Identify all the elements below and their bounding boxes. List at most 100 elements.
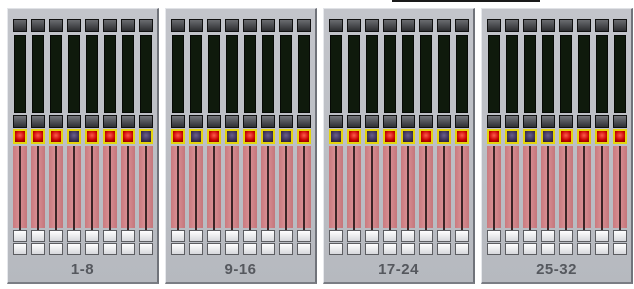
fader-cap-bottom-12[interactable]	[225, 243, 239, 255]
solo-button-28[interactable]	[541, 115, 555, 128]
mute-button-15[interactable]	[279, 129, 293, 144]
fader-cap-top-8[interactable]	[139, 230, 153, 242]
select-button-23[interactable]	[437, 19, 451, 32]
select-button-21[interactable]	[401, 19, 415, 32]
solo-button-31[interactable]	[595, 115, 609, 128]
mute-button-4[interactable]	[67, 129, 81, 144]
fader-cap-top-5[interactable]	[85, 230, 99, 242]
mute-button-23[interactable]	[437, 129, 451, 144]
solo-button-25[interactable]	[487, 115, 501, 128]
select-button-4[interactable]	[67, 19, 81, 32]
select-button-3[interactable]	[49, 19, 63, 32]
solo-button-4[interactable]	[67, 115, 81, 128]
select-button-30[interactable]	[577, 19, 591, 32]
select-button-25[interactable]	[487, 19, 501, 32]
solo-button-16[interactable]	[297, 115, 311, 128]
mute-button-31[interactable]	[595, 129, 609, 144]
fader-cap-top-7[interactable]	[121, 230, 135, 242]
fader-cap-bottom-15[interactable]	[279, 243, 293, 255]
mute-button-14[interactable]	[261, 129, 275, 144]
select-button-17[interactable]	[329, 19, 343, 32]
solo-button-30[interactable]	[577, 115, 591, 128]
fader-cap-bottom-31[interactable]	[595, 243, 609, 255]
fader-cap-bottom-25[interactable]	[487, 243, 501, 255]
channel-bank-3[interactable]: 17-24	[323, 8, 475, 284]
fader-cap-bottom-20[interactable]	[383, 243, 397, 255]
select-button-6[interactable]	[103, 19, 117, 32]
mute-button-25[interactable]	[487, 129, 501, 144]
fader-cap-top-10[interactable]	[189, 230, 203, 242]
mute-button-5[interactable]	[85, 129, 99, 144]
solo-button-19[interactable]	[365, 115, 379, 128]
fader-cap-bottom-28[interactable]	[541, 243, 555, 255]
fader-cap-top-32[interactable]	[613, 230, 627, 242]
solo-button-1[interactable]	[13, 115, 27, 128]
select-button-8[interactable]	[139, 19, 153, 32]
solo-button-11[interactable]	[207, 115, 221, 128]
select-button-18[interactable]	[347, 19, 361, 32]
fader-cap-top-26[interactable]	[505, 230, 519, 242]
solo-button-7[interactable]	[121, 115, 135, 128]
mute-button-9[interactable]	[171, 129, 185, 144]
fader-cap-top-24[interactable]	[455, 230, 469, 242]
mute-button-3[interactable]	[49, 129, 63, 144]
fader-cap-bottom-26[interactable]	[505, 243, 519, 255]
mute-button-32[interactable]	[613, 129, 627, 144]
mute-button-21[interactable]	[401, 129, 415, 144]
fader-cap-top-3[interactable]	[49, 230, 63, 242]
fader-cap-bottom-10[interactable]	[189, 243, 203, 255]
solo-button-27[interactable]	[523, 115, 537, 128]
fader-cap-top-1[interactable]	[13, 230, 27, 242]
mute-button-16[interactable]	[297, 129, 311, 144]
select-button-16[interactable]	[297, 19, 311, 32]
select-button-29[interactable]	[559, 19, 573, 32]
solo-button-3[interactable]	[49, 115, 63, 128]
mute-button-11[interactable]	[207, 129, 221, 144]
select-button-7[interactable]	[121, 19, 135, 32]
fader-cap-top-12[interactable]	[225, 230, 239, 242]
fader-cap-bottom-11[interactable]	[207, 243, 221, 255]
fader-cap-top-20[interactable]	[383, 230, 397, 242]
fader-cap-top-23[interactable]	[437, 230, 451, 242]
mute-button-18[interactable]	[347, 129, 361, 144]
fader-cap-top-2[interactable]	[31, 230, 45, 242]
mute-button-19[interactable]	[365, 129, 379, 144]
fader-cap-top-4[interactable]	[67, 230, 81, 242]
fader-cap-bottom-9[interactable]	[171, 243, 185, 255]
mute-button-17[interactable]	[329, 129, 343, 144]
mute-button-20[interactable]	[383, 129, 397, 144]
solo-button-29[interactable]	[559, 115, 573, 128]
fader-cap-bottom-6[interactable]	[103, 243, 117, 255]
solo-button-12[interactable]	[225, 115, 239, 128]
fader-cap-bottom-19[interactable]	[365, 243, 379, 255]
solo-button-20[interactable]	[383, 115, 397, 128]
fader-cap-bottom-14[interactable]	[261, 243, 275, 255]
fader-cap-bottom-3[interactable]	[49, 243, 63, 255]
fader-cap-top-28[interactable]	[541, 230, 555, 242]
fader-cap-top-31[interactable]	[595, 230, 609, 242]
fader-cap-bottom-4[interactable]	[67, 243, 81, 255]
solo-button-5[interactable]	[85, 115, 99, 128]
fader-cap-bottom-1[interactable]	[13, 243, 27, 255]
fader-cap-top-13[interactable]	[243, 230, 257, 242]
fader-cap-bottom-22[interactable]	[419, 243, 433, 255]
fader-cap-bottom-27[interactable]	[523, 243, 537, 255]
fader-cap-top-6[interactable]	[103, 230, 117, 242]
solo-button-14[interactable]	[261, 115, 275, 128]
select-button-10[interactable]	[189, 19, 203, 32]
mute-button-1[interactable]	[13, 129, 27, 144]
fader-cap-bottom-21[interactable]	[401, 243, 415, 255]
fader-cap-bottom-8[interactable]	[139, 243, 153, 255]
mute-button-6[interactable]	[103, 129, 117, 144]
fader-cap-top-9[interactable]	[171, 230, 185, 242]
select-button-5[interactable]	[85, 19, 99, 32]
select-button-22[interactable]	[419, 19, 433, 32]
fader-cap-top-25[interactable]	[487, 230, 501, 242]
mute-button-30[interactable]	[577, 129, 591, 144]
mute-button-29[interactable]	[559, 129, 573, 144]
mute-button-24[interactable]	[455, 129, 469, 144]
solo-button-24[interactable]	[455, 115, 469, 128]
fader-cap-top-30[interactable]	[577, 230, 591, 242]
fader-cap-top-27[interactable]	[523, 230, 537, 242]
mute-button-26[interactable]	[505, 129, 519, 144]
